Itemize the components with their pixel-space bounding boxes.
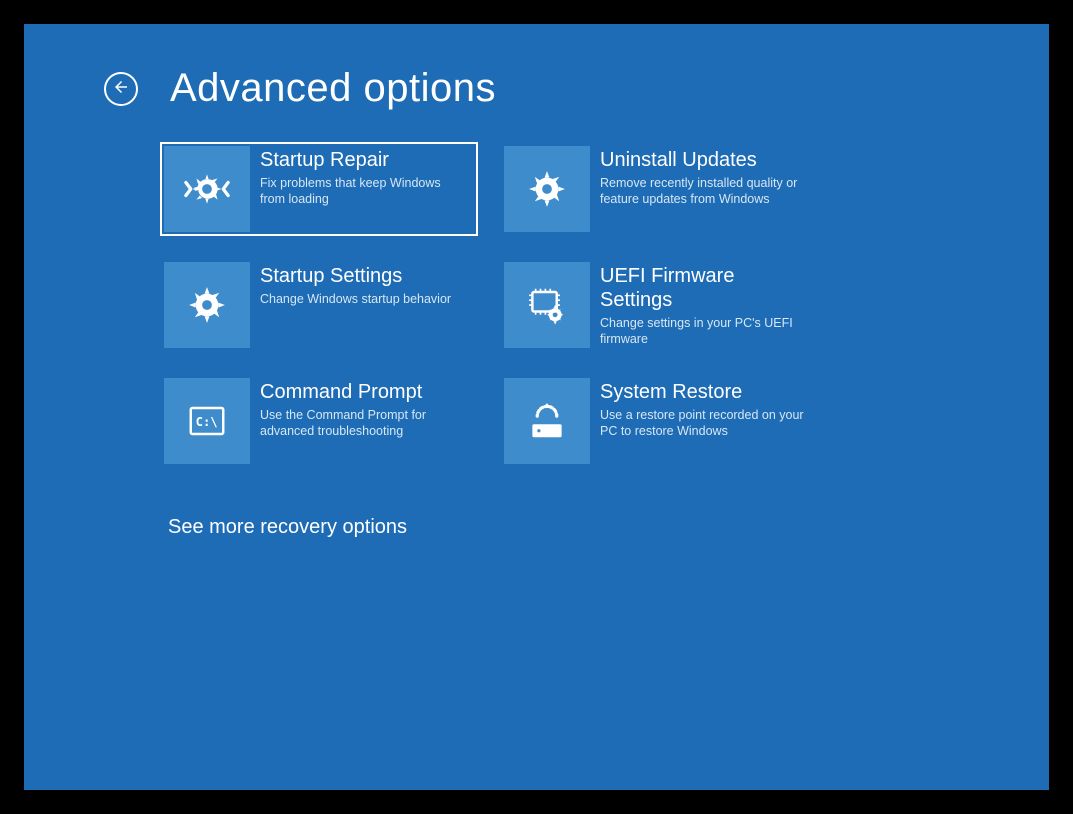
tile-title: System Restore bbox=[600, 380, 806, 404]
tile-uninstall-updates[interactable]: Uninstall Updates Remove recently instal… bbox=[500, 142, 818, 236]
system-restore-icon bbox=[504, 378, 590, 464]
tile-text: System Restore Use a restore point recor… bbox=[600, 378, 814, 440]
tile-text: Command Prompt Use the Command Prompt fo… bbox=[260, 378, 474, 440]
tile-text: Startup Settings Change Windows startup … bbox=[260, 262, 459, 307]
tile-title: UEFI Firmware Settings bbox=[600, 264, 806, 312]
tile-startup-repair[interactable]: Startup Repair Fix problems that keep Wi… bbox=[160, 142, 478, 236]
tile-startup-settings[interactable]: Startup Settings Change Windows startup … bbox=[160, 258, 478, 352]
gear-icon bbox=[164, 262, 250, 348]
gear-icon bbox=[504, 146, 590, 232]
tile-title: Startup Repair bbox=[260, 148, 466, 172]
tile-title: Command Prompt bbox=[260, 380, 466, 404]
svg-text:C:\: C:\ bbox=[196, 415, 218, 429]
page-title: Advanced options bbox=[170, 66, 496, 111]
back-button[interactable] bbox=[104, 72, 138, 106]
tile-desc: Fix problems that keep Windows from load… bbox=[260, 175, 466, 208]
tile-desc: Remove recently installed quality or fea… bbox=[600, 175, 806, 208]
tile-text: UEFI Firmware Settings Change settings i… bbox=[600, 262, 814, 348]
tile-desc: Change settings in your PC's UEFI firmwa… bbox=[600, 315, 806, 348]
tile-text: Uninstall Updates Remove recently instal… bbox=[600, 146, 814, 208]
tile-title: Uninstall Updates bbox=[600, 148, 806, 172]
firmware-chip-icon bbox=[504, 262, 590, 348]
tile-system-restore[interactable]: System Restore Use a restore point recor… bbox=[500, 374, 818, 468]
tile-desc: Change Windows startup behavior bbox=[260, 291, 451, 307]
tile-text: Startup Repair Fix problems that keep Wi… bbox=[260, 146, 474, 208]
back-arrow-icon bbox=[112, 78, 130, 99]
header: Advanced options bbox=[104, 66, 496, 111]
tile-desc: Use the Command Prompt for advanced trou… bbox=[260, 407, 466, 440]
tile-desc: Use a restore point recorded on your PC … bbox=[600, 407, 806, 440]
command-prompt-icon: C:\ bbox=[164, 378, 250, 464]
tile-title: Startup Settings bbox=[260, 264, 451, 288]
options-grid: Startup Repair Fix problems that keep Wi… bbox=[160, 142, 818, 468]
tile-uefi-firmware[interactable]: UEFI Firmware Settings Change settings i… bbox=[500, 258, 818, 352]
startup-repair-icon bbox=[164, 146, 250, 232]
tile-command-prompt[interactable]: C:\ Command Prompt Use the Command Promp… bbox=[160, 374, 478, 468]
see-more-recovery-link[interactable]: See more recovery options bbox=[168, 516, 407, 539]
recovery-screen: Advanced options Startup Repair Fix prob… bbox=[24, 24, 1049, 790]
